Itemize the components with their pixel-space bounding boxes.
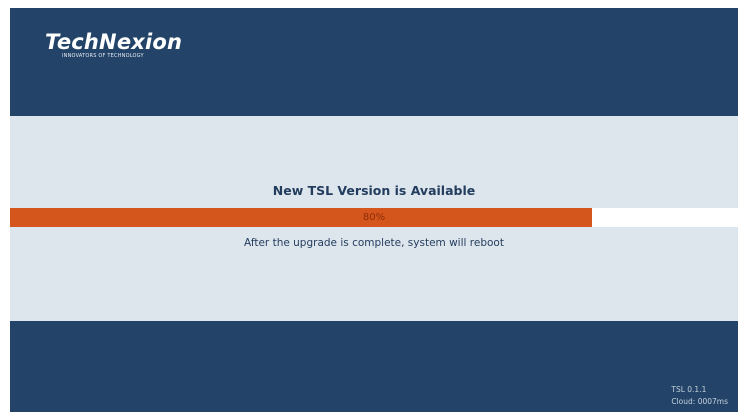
version-info: TSL 0.1.1 Cloud: 0007ms xyxy=(671,384,728,408)
progress-label: 80% xyxy=(362,212,386,223)
reboot-message: After the upgrade is complete, system wi… xyxy=(244,237,504,249)
header-band: TechNexion INNOVATORS OF TECHNOLOGY xyxy=(10,8,738,116)
update-title: New TSL Version is Available xyxy=(272,183,476,198)
progress-bar: 80% xyxy=(10,208,738,227)
update-screen: TechNexion INNOVATORS OF TECHNOLOGY New … xyxy=(10,8,738,412)
logo-wordmark: TechNexion xyxy=(45,30,183,54)
tsl-version-text: TSL 0.1.1 xyxy=(671,385,707,394)
footer-band xyxy=(10,321,738,412)
logo-tagline: INNOVATORS OF TECHNOLOGY xyxy=(62,53,144,59)
cloud-latency-text: Cloud: 0007ms xyxy=(671,397,728,406)
technexion-logo: TechNexion INNOVATORS OF TECHNOLOGY xyxy=(45,30,183,59)
